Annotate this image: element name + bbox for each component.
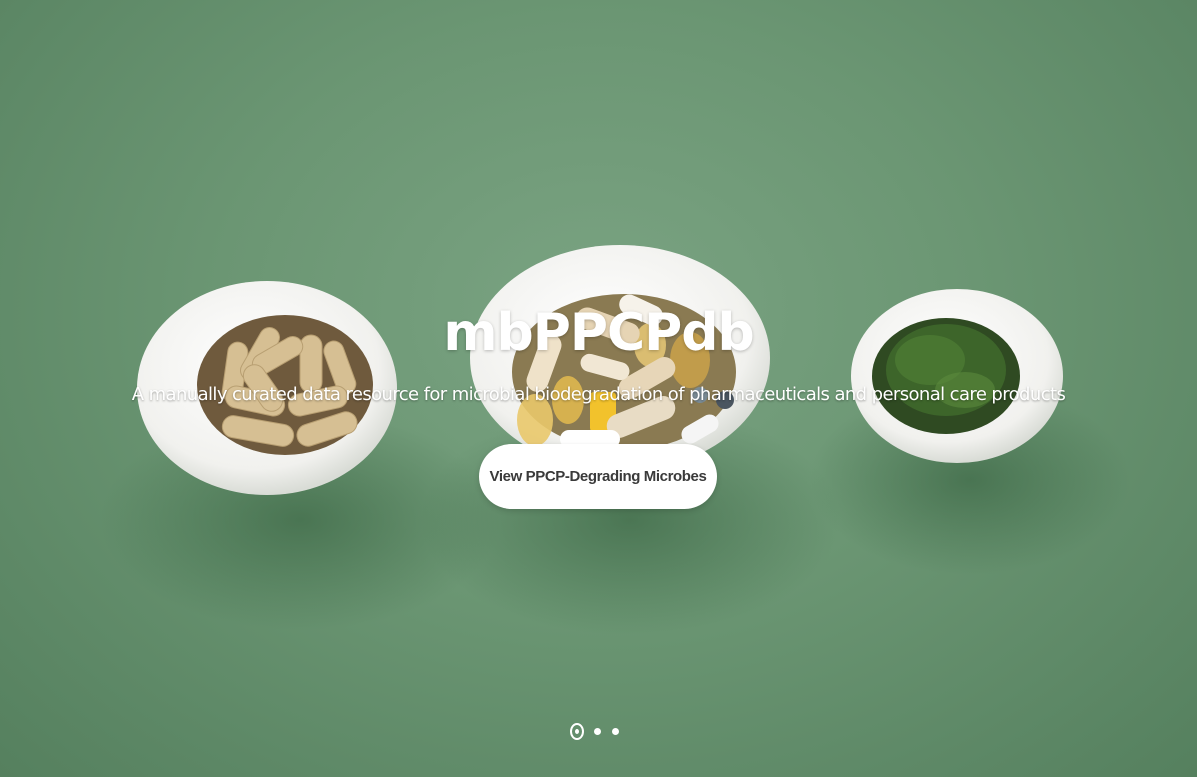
carousel-indicators xyxy=(570,720,630,744)
carousel-dot-2[interactable] xyxy=(594,728,601,735)
carousel-dot-3[interactable] xyxy=(612,728,619,735)
carousel-dot-1[interactable] xyxy=(570,723,584,740)
site-tagline: A manually curated data resource for mic… xyxy=(131,384,1066,405)
view-microbes-button[interactable]: View PPCP-Degrading Microbes xyxy=(479,444,717,509)
hero-banner: mbPPCPdb A manually curated data resourc… xyxy=(0,0,1197,777)
site-title: mbPPCPdb xyxy=(443,302,754,363)
